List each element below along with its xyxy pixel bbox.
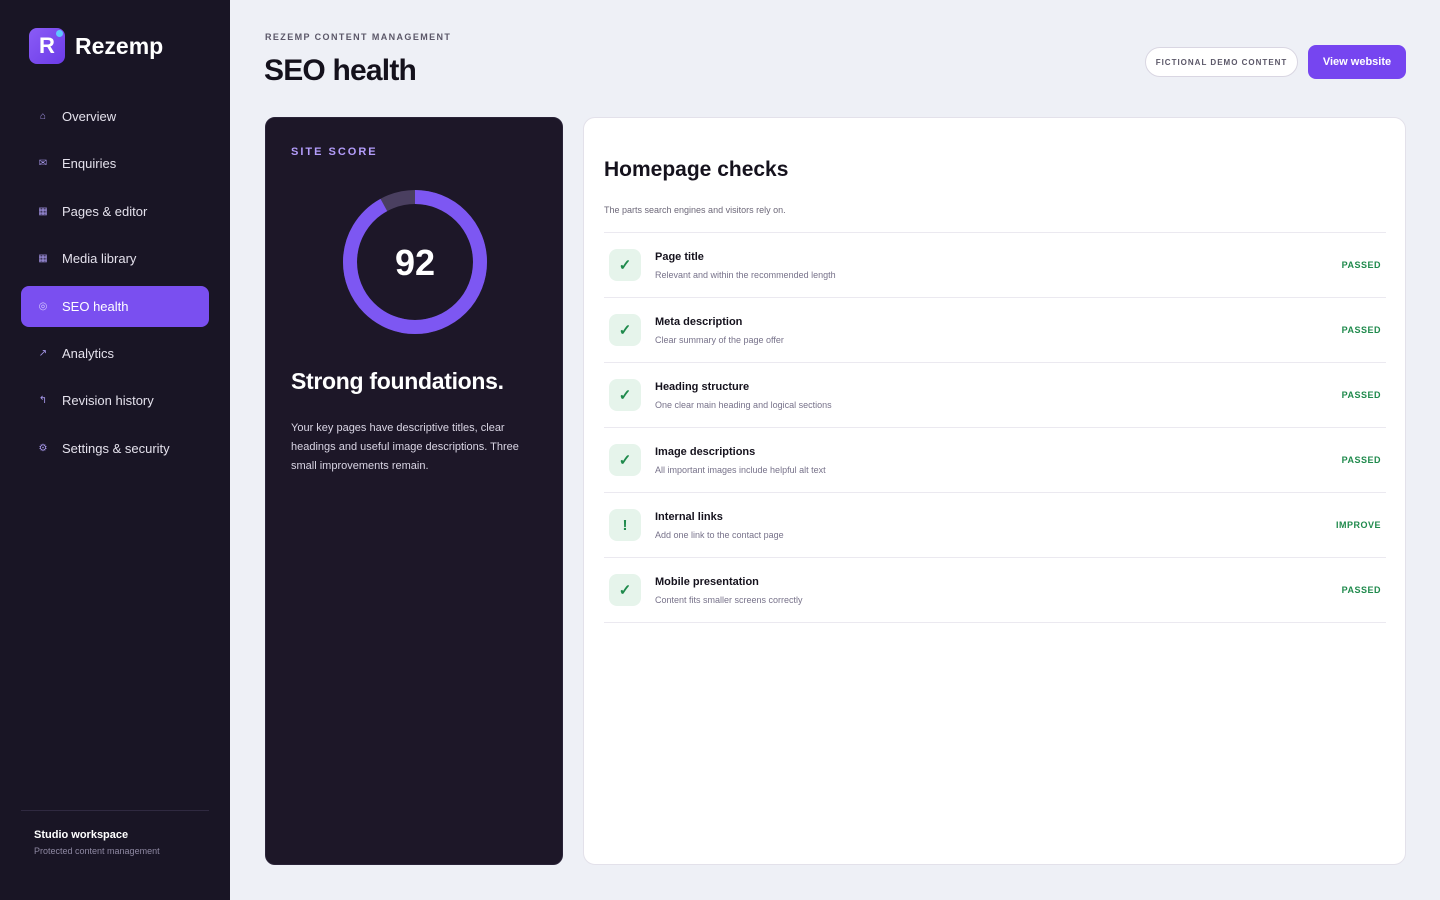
workspace-subtitle: Protected content management [34, 846, 160, 856]
sidebar-item-label: Revision history [62, 393, 154, 409]
sidebar-nav: ⌂ Overview ✉ Enquiries ▦ Pages & editor … [21, 96, 209, 475]
history-icon: ↰ [38, 395, 48, 407]
check-row-mobile-presentation[interactable]: ✓ Mobile presentation Content fits small… [604, 558, 1386, 623]
gear-icon: ⚙ [38, 442, 48, 454]
check-status-badge: PASSED [1341, 260, 1381, 270]
check-description: Relevant and within the recommended leng… [655, 270, 836, 280]
exclamation-icon: ! [609, 509, 641, 541]
view-website-button[interactable]: View website [1308, 45, 1406, 79]
check-row-internal-links[interactable]: ! Internal links Add one link to the con… [604, 493, 1386, 558]
target-icon: ◎ [38, 300, 48, 312]
demo-content-badge: FICTIONAL DEMO CONTENT [1145, 47, 1298, 77]
workspace-info: Studio workspace Protected content manag… [21, 810, 209, 856]
sidebar-item-pages-editor[interactable]: ▦ Pages & editor [21, 191, 209, 232]
sidebar-item-label: Analytics [62, 345, 115, 361]
check-name: Page title [655, 251, 704, 263]
homepage-checks-card: Homepage checks The parts search engines… [583, 117, 1406, 865]
sidebar-item-label: Settings & security [62, 440, 170, 456]
check-status-badge: PASSED [1341, 585, 1381, 595]
check-description: Content fits smaller screens correctly [655, 595, 803, 605]
sidebar-item-label: Overview [62, 109, 117, 124]
sidebar-item-label: Enquiries [62, 156, 117, 172]
score-description: Your key pages have descriptive titles, … [291, 422, 519, 472]
check-name: Heading structure [655, 381, 750, 393]
check-description: All important images include helpful alt… [655, 465, 826, 475]
sidebar-item-overview[interactable]: ⌂ Overview [21, 96, 209, 137]
check-row-image-descriptions[interactable]: ✓ Image descriptions All important image… [604, 428, 1386, 493]
brand-logo-icon: R [29, 28, 65, 64]
check-name: Mobile presentation [655, 576, 759, 588]
check-status-badge: PASSED [1341, 455, 1381, 465]
mail-icon: ✉ [38, 158, 48, 170]
media-icon: ▦ [38, 253, 48, 265]
brand-name: Rezemp [75, 32, 164, 59]
checks-list: ✓ Page title Relevant and within the rec… [604, 232, 1386, 623]
sidebar-item-label: SEO health [62, 298, 129, 314]
check-row-meta-description[interactable]: ✓ Meta description Clear summary of the … [604, 298, 1386, 363]
brand-logo-letter: R [39, 33, 55, 58]
sidebar-item-seo-health[interactable]: ◎ SEO health [21, 285, 209, 327]
check-status-badge: PASSED [1341, 390, 1381, 400]
sidebar-item-label: Pages & editor [62, 203, 148, 219]
checkmark-icon: ✓ [609, 444, 641, 476]
brand[interactable]: R Rezemp [29, 28, 163, 64]
check-status-badge: PASSED [1341, 325, 1381, 335]
checkmark-icon: ✓ [609, 314, 641, 346]
home-icon: ⌂ [39, 111, 47, 122]
checkmark-icon: ✓ [609, 249, 641, 281]
sidebar-item-revision-history[interactable]: ↰ Revision history [21, 380, 209, 421]
checks-title: Homepage checks [604, 158, 789, 181]
check-name: Meta description [655, 316, 743, 328]
sidebar-item-media-library[interactable]: ▦ Media library [21, 238, 209, 279]
check-status-badge: IMPROVE [1335, 520, 1381, 530]
logo-dot [56, 30, 63, 37]
checks-subtitle: The parts search engines and visitors re… [604, 205, 786, 215]
sidebar: R Rezemp ⌂ Overview ✉ Enquiries ▦ Pages … [0, 0, 230, 900]
page-eyebrow: REZEMP CONTENT MANAGEMENT [265, 32, 452, 42]
page-title: SEO health [264, 54, 417, 87]
site-score-label: SITE SCORE [291, 146, 378, 158]
checkmark-icon: ✓ [609, 379, 641, 411]
pages-icon: ▦ [38, 205, 48, 217]
sidebar-item-analytics[interactable]: ↗ Analytics [21, 333, 209, 374]
sidebar-item-enquiries[interactable]: ✉ Enquiries [21, 143, 209, 184]
sidebar-item-label: Media library [62, 251, 137, 267]
site-score-card: SITE SCORE 92 Strong foundations. Your k… [265, 117, 563, 865]
trend-icon: ↗ [38, 347, 48, 359]
checkmark-icon: ✓ [609, 574, 641, 606]
check-description: Add one link to the contact page [655, 530, 784, 540]
sidebar-item-settings-security[interactable]: ⚙ Settings & security [21, 428, 209, 469]
score-heading: Strong foundations. [291, 368, 504, 394]
check-name: Image descriptions [655, 446, 756, 458]
workspace-title: Studio workspace [34, 829, 129, 841]
check-row-heading-structure[interactable]: ✓ Heading structure One clear main headi… [604, 363, 1386, 428]
check-row-page-title[interactable]: ✓ Page title Relevant and within the rec… [604, 233, 1386, 298]
check-description: One clear main heading and logical secti… [655, 400, 832, 410]
score-value: 92 [394, 242, 436, 283]
check-name: Internal links [655, 511, 723, 523]
check-description: Clear summary of the page offer [655, 335, 784, 345]
